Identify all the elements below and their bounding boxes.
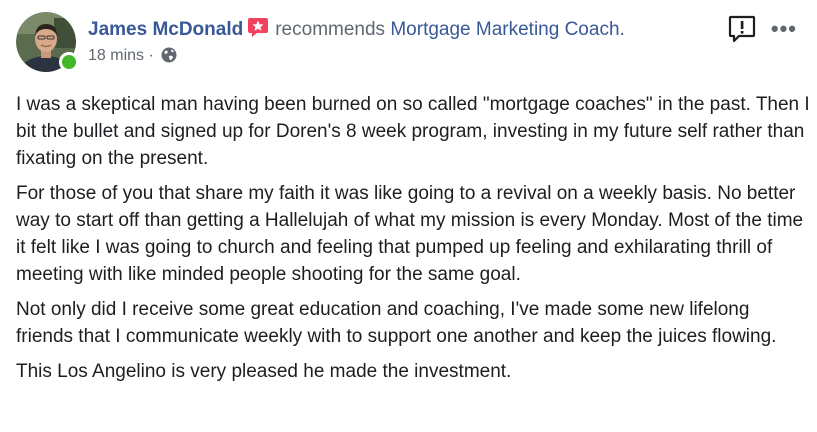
report-flag-icon[interactable] <box>727 14 757 44</box>
recommends-verb: recommends <box>275 19 386 40</box>
page-name-link[interactable]: Mortgage Marketing Coach. <box>390 19 624 40</box>
post-timestamp[interactable]: 18 mins · <box>88 47 154 64</box>
globe-icon[interactable] <box>160 46 178 64</box>
author-avatar-wrap[interactable] <box>16 12 79 72</box>
review-post: James McDonald recommends Mortgage Marke… <box>0 0 817 432</box>
post-paragraph: Not only did I receive some great educat… <box>16 299 777 347</box>
post-actions: ••• <box>727 14 797 44</box>
post-title-line: James McDonald recommends Mortgage Marke… <box>88 16 715 43</box>
post-paragraph: This Los Angelino is very pleased he mad… <box>16 361 512 382</box>
post-header: James McDonald recommends Mortgage Marke… <box>16 12 805 76</box>
post-body: I was a skeptical man having been burned… <box>16 91 811 393</box>
post-paragraph: For those of you that share my faith it … <box>16 183 804 285</box>
post-paragraph: I was a skeptical man having been burned… <box>16 94 810 169</box>
recommend-star-icon <box>248 18 269 37</box>
post-meta: James McDonald recommends Mortgage Marke… <box>88 16 715 67</box>
post-timestamp-line: 18 mins · <box>88 45 715 67</box>
online-status-dot <box>59 52 79 72</box>
author-name-link[interactable]: James McDonald <box>88 19 243 40</box>
more-options-button[interactable]: ••• <box>771 18 797 40</box>
